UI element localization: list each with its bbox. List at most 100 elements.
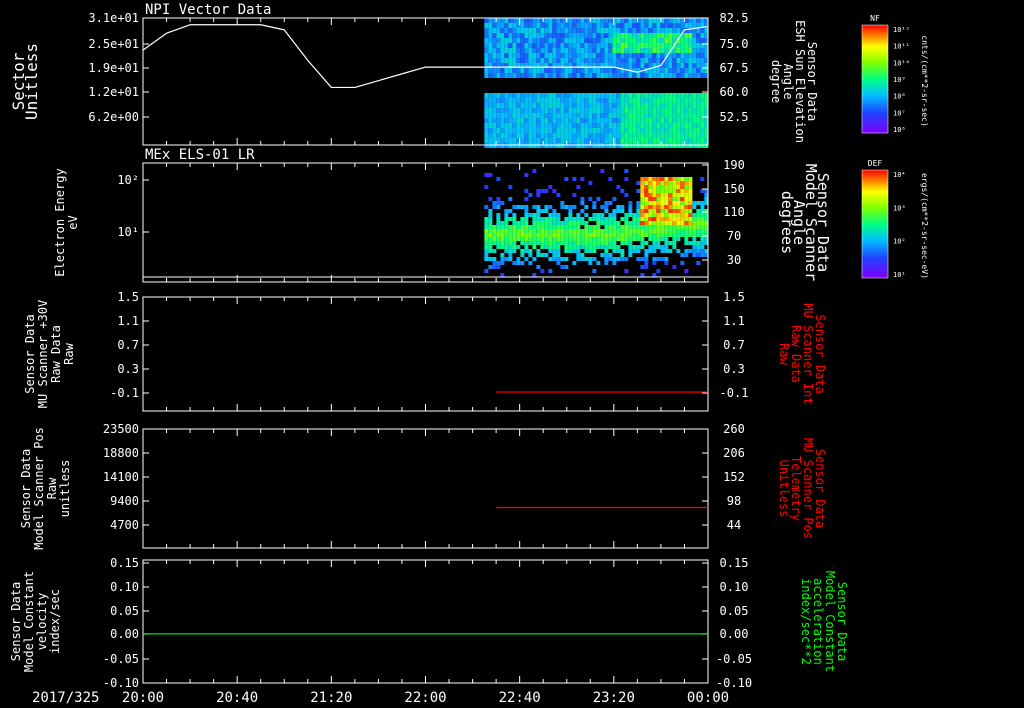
spectrogram-cell — [604, 73, 609, 78]
spectrogram-cell — [640, 245, 645, 249]
spectrogram-cell — [596, 217, 601, 221]
spectrogram-cell — [592, 118, 597, 123]
spectrogram-cell — [504, 118, 509, 123]
spectrogram-cell — [596, 33, 601, 38]
spectrogram-cell — [552, 43, 557, 48]
spectrogram-cell — [684, 68, 689, 73]
spectrogram-cell — [588, 257, 593, 261]
spectrogram-cell — [692, 225, 697, 229]
spectrogram-cell — [508, 103, 513, 108]
spectrogram-cell — [644, 253, 649, 257]
spectrogram-cell — [484, 38, 489, 43]
spectrogram-cell — [576, 257, 581, 261]
spectrogram-cell — [592, 38, 597, 43]
spectrogram-cell — [648, 58, 653, 63]
spectrogram-cell — [516, 123, 521, 128]
spectrogram-cell — [644, 63, 649, 68]
spectrogram-cell — [612, 68, 617, 73]
spectrogram-cell — [520, 253, 525, 257]
spectrogram-cell — [640, 23, 645, 28]
spectrogram-cell — [620, 205, 625, 209]
spectrogram-cell — [696, 43, 701, 48]
spectrogram-cell — [524, 113, 529, 118]
spectrogram-cell — [484, 48, 489, 53]
spectrogram-cell — [652, 38, 657, 43]
spectrogram-cell — [552, 249, 557, 253]
spectrogram-cell — [688, 185, 693, 189]
spectrogram-cell — [636, 38, 641, 43]
spectrogram-cell — [496, 201, 501, 205]
spectrogram-cell — [660, 189, 665, 193]
spectrogram-cell — [676, 73, 681, 78]
spectrogram-cell — [544, 53, 549, 58]
spectrogram-cell — [696, 113, 701, 118]
spectrogram-cell — [488, 128, 493, 133]
spectrogram-cell — [568, 213, 573, 217]
y-axis-label-line: Electron Energy — [53, 168, 67, 276]
spectrogram-cell — [652, 93, 657, 98]
spectrogram-cell — [696, 233, 701, 237]
y-tick-label: 9400 — [110, 494, 139, 508]
spectrogram-cell — [664, 217, 669, 221]
spectrogram-cell — [700, 225, 705, 229]
spectrogram-cell — [628, 133, 633, 138]
spectrogram-cell — [696, 118, 701, 123]
spectrogram-cell — [640, 217, 645, 221]
spectrogram-cell — [548, 58, 553, 63]
spectrogram-cell — [640, 63, 645, 68]
spectrogram-cell — [508, 123, 513, 128]
spectrogram-cell — [684, 269, 689, 273]
spectrogram-cell — [556, 23, 561, 28]
spectrogram-cell — [516, 257, 521, 261]
spectrogram-cell — [640, 205, 645, 209]
spectrogram-cell — [604, 237, 609, 241]
spectrogram-cell — [660, 217, 665, 221]
spectrogram-cell — [540, 253, 545, 257]
spectrogram-cell — [572, 28, 577, 33]
spectrogram-cell — [508, 38, 513, 43]
spectrogram-cell — [676, 63, 681, 68]
spectrogram-cell — [524, 209, 529, 213]
spectrogram-cell — [692, 217, 697, 221]
spectrogram-cell — [576, 48, 581, 53]
spectrogram-cell — [552, 237, 557, 241]
spectrogram-cell — [600, 38, 605, 43]
spectrogram-cell — [492, 261, 497, 265]
spectrogram-cell — [536, 98, 541, 103]
spectrogram-cell — [608, 229, 613, 233]
spectrogram-cell — [548, 113, 553, 118]
spectrogram-cell — [536, 237, 541, 241]
spectrogram-cell — [660, 23, 665, 28]
spectrogram-cell — [524, 138, 529, 143]
spectrogram-cell — [656, 233, 661, 237]
spectrogram-cell — [524, 237, 529, 241]
spectrogram-cell — [492, 93, 497, 98]
spectrogram-cell — [652, 193, 657, 197]
spectrogram-cell — [540, 73, 545, 78]
spectrogram-cell — [580, 93, 585, 98]
spectrogram-cell — [536, 213, 541, 217]
spectrogram-cell — [616, 233, 621, 237]
spectrogram-cell — [604, 43, 609, 48]
spectrogram-cell — [540, 33, 545, 38]
spectrogram-cell — [644, 53, 649, 58]
spectrogram-cell — [492, 265, 497, 269]
spectrogram-cell — [648, 43, 653, 48]
spectrogram-cell — [556, 53, 561, 58]
spectrogram-cell — [696, 209, 701, 213]
spectrogram-cell — [524, 103, 529, 108]
spectrogram-cell — [692, 38, 697, 43]
spectrogram-cell — [520, 128, 525, 133]
spectrogram-cell — [516, 98, 521, 103]
spectrogram-cell — [516, 93, 521, 98]
spectrogram-cell — [548, 48, 553, 53]
spectrogram-cell — [496, 133, 501, 138]
spectrogram-cell — [580, 201, 585, 205]
spectrogram-cell — [560, 28, 565, 33]
spectrogram-cell — [572, 237, 577, 241]
spectrogram-cell — [620, 241, 625, 245]
spectrogram-cell — [652, 58, 657, 63]
spectrogram-cell — [688, 108, 693, 113]
spectrogram-cell — [488, 23, 493, 28]
spectrogram-cell — [548, 133, 553, 138]
